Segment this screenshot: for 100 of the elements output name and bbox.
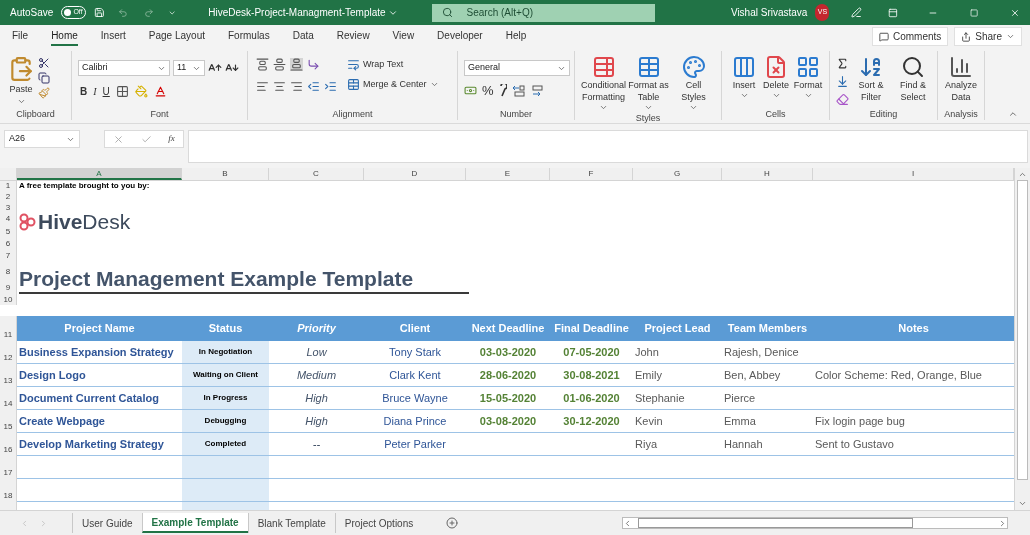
increase-indent-icon[interactable] [324, 80, 337, 93]
row-number[interactable]: 10 [0, 293, 16, 305]
ribbon-button[interactable]: Conditional Formatting [581, 55, 626, 112]
menu-tab[interactable]: View [392, 27, 415, 46]
column-header[interactable]: G [633, 168, 722, 180]
add-sheet-icon[interactable] [446, 517, 459, 529]
menu-tab[interactable]: File [12, 27, 29, 46]
autosum-icon[interactable] [836, 57, 849, 70]
scroll-thumb[interactable] [637, 518, 913, 528]
ribbon-button[interactable]: Delete [760, 55, 792, 100]
row-number[interactable]: 16 [0, 433, 17, 456]
menu-tab[interactable]: Data [292, 27, 314, 46]
column-header[interactable]: A [17, 168, 182, 180]
merge-center-button[interactable]: Merge & Center [347, 77, 439, 91]
copy-icon[interactable] [38, 72, 50, 84]
cut-icon[interactable] [38, 57, 50, 69]
undo-icon[interactable] [118, 6, 129, 19]
orientation-icon[interactable] [307, 58, 320, 71]
scroll-up-icon[interactable] [1018, 170, 1027, 179]
comma-style-icon[interactable] [498, 84, 507, 97]
horizontal-scrollbar[interactable] [622, 517, 1009, 529]
ribbon-button[interactable]: Analyze Data [940, 55, 982, 103]
paste-button[interactable]: Paste [8, 55, 34, 106]
decrease-decimal-icon[interactable] [530, 84, 545, 97]
eraser-icon[interactable] [836, 93, 849, 106]
row-number[interactable]: 3 [0, 202, 16, 213]
percent-button[interactable]: % [482, 84, 494, 97]
font-style-button[interactable]: B [80, 84, 88, 99]
row-number[interactable]: 2 [0, 191, 16, 202]
menu-tab[interactable]: Formulas [228, 27, 270, 46]
menu-tab[interactable]: Home [51, 27, 78, 46]
formula-input[interactable] [188, 130, 1028, 163]
wrap-text-button[interactable]: Wrap Text [347, 58, 439, 72]
menu-tab[interactable]: Help [505, 27, 527, 46]
bottom-align-icon[interactable] [290, 58, 303, 71]
file-name-button[interactable]: HiveDesk-Project-Managment-Template [208, 5, 398, 20]
scroll-down-icon[interactable] [1018, 499, 1027, 508]
ribbon-button[interactable]: Format [792, 55, 824, 100]
column-header[interactable]: E [466, 168, 550, 180]
column-header[interactable]: C [269, 168, 364, 180]
row-number[interactable]: 17 [0, 456, 17, 479]
column-header[interactable]: D [364, 168, 466, 180]
ribbon-display-icon[interactable] [888, 6, 898, 19]
currency-icon[interactable] [464, 84, 477, 97]
column-header[interactable]: H [722, 168, 813, 180]
row-number[interactable]: 11 [0, 316, 17, 341]
save-icon[interactable] [93, 6, 105, 19]
name-box[interactable]: A26 [4, 130, 80, 148]
row-number[interactable]: 9 [0, 277, 16, 293]
pen-icon[interactable] [851, 6, 863, 19]
row-number[interactable]: 5 [0, 224, 16, 237]
align-right-icon[interactable] [290, 80, 303, 93]
row-number[interactable]: 13 [0, 364, 17, 387]
scroll-thumb[interactable] [1017, 180, 1028, 480]
ribbon-button[interactable]: Insert [728, 55, 760, 100]
font-size-field[interactable]: 11 [173, 60, 205, 76]
sheet-tab[interactable]: User Guide [72, 513, 142, 533]
font-color-icon[interactable] [153, 85, 167, 98]
row-number[interactable]: 1 [0, 181, 16, 191]
collapse-ribbon-icon[interactable] [1008, 109, 1018, 119]
menu-tab[interactable]: Developer [437, 27, 483, 46]
format-painter-icon[interactable] [38, 87, 50, 99]
share-button[interactable]: Share [954, 27, 1022, 46]
row-number[interactable]: 12 [0, 341, 17, 364]
ribbon-button[interactable]: Format as Table [626, 55, 671, 112]
menu-tab[interactable]: Review [336, 27, 370, 46]
number-format-field[interactable]: General [464, 60, 570, 76]
row-number[interactable]: 14 [0, 387, 17, 410]
align-center-icon[interactable] [273, 80, 286, 93]
align-left-icon[interactable] [256, 80, 269, 93]
font-style-button[interactable]: I [93, 84, 97, 99]
comments-button[interactable]: Comments [871, 27, 949, 46]
decrease-indent-icon[interactable] [307, 80, 320, 93]
search-field[interactable]: Search (Alt+Q) [431, 3, 655, 22]
restore-icon[interactable] [969, 7, 979, 18]
font-style-button[interactable]: U [102, 84, 110, 99]
row-number[interactable]: 15 [0, 410, 17, 433]
vertical-scrollbar[interactable] [1014, 168, 1030, 510]
middle-align-icon[interactable] [273, 58, 286, 71]
borders-icon[interactable] [115, 85, 129, 98]
top-align-icon[interactable] [256, 58, 269, 71]
row-number[interactable]: 6 [0, 237, 16, 249]
cancel-icon[interactable] [113, 133, 125, 145]
row-number[interactable]: 8 [0, 261, 16, 277]
insert-function-button[interactable]: fx [168, 132, 175, 146]
increase-decimal-icon[interactable] [511, 84, 526, 97]
ribbon-button[interactable]: Find & Select [893, 55, 933, 106]
ribbon-button[interactable]: Sort & Filter [851, 55, 891, 106]
column-header[interactable]: B [182, 168, 269, 180]
font-name-field[interactable]: Calibri [78, 60, 170, 76]
menu-tab[interactable]: Insert [100, 27, 126, 46]
enter-icon[interactable] [140, 133, 152, 145]
sheet-tab[interactable]: Example Template [141, 513, 248, 533]
fill-icon[interactable] [836, 75, 849, 88]
row-number[interactable]: 4 [0, 213, 16, 224]
column-header[interactable]: F [550, 168, 633, 180]
sheet-tab[interactable]: Project Options [334, 513, 423, 533]
ribbon-button[interactable]: Cell Styles [671, 55, 716, 112]
sheet-tab[interactable]: Blank Template [247, 513, 335, 533]
row-number[interactable]: 7 [0, 249, 16, 261]
